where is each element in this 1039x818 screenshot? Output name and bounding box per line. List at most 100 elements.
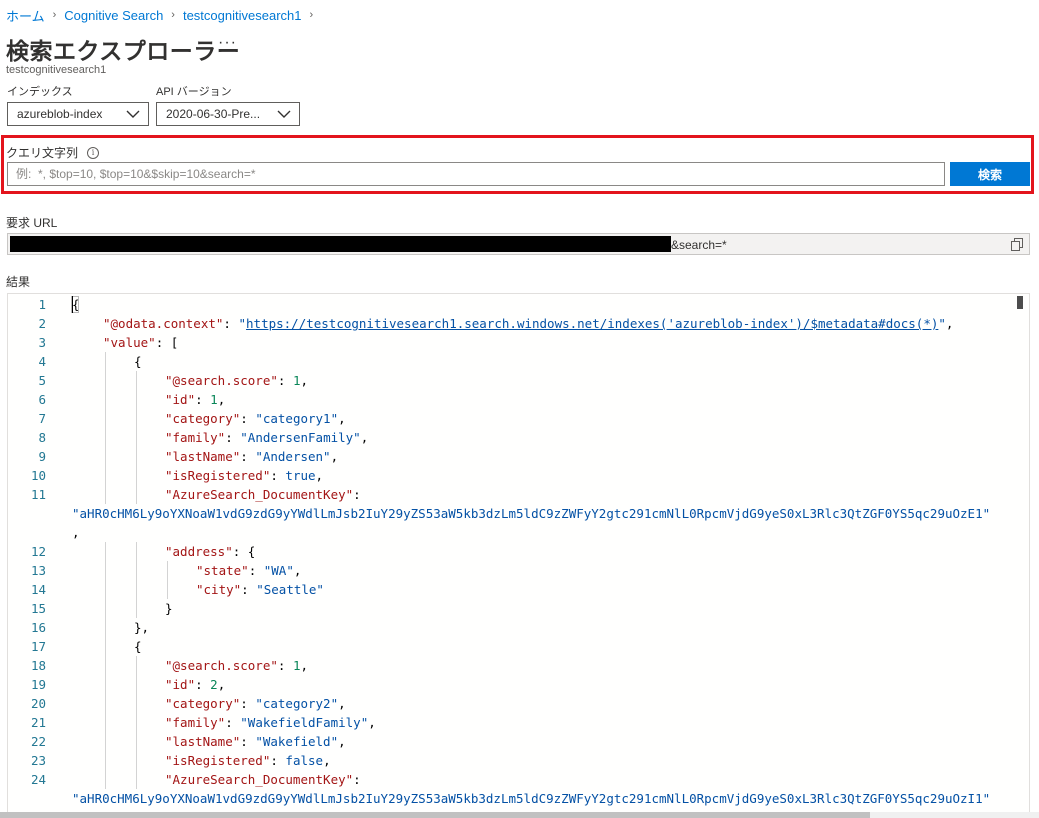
indent-guide [105,561,106,580]
indent-guide [136,694,137,713]
code-line: 8 "family": "AndersenFamily", [8,428,1008,447]
code-text: "@search.score": 1, [165,373,309,388]
line-number: 7 [38,411,46,426]
code-line: 18 "@search.score": 1, [8,656,1008,675]
indent-guide [167,561,168,580]
indent-guide [105,466,106,485]
line-number: 18 [30,658,46,673]
code-text: "id": 2, [165,677,226,692]
code-line: 22 "lastName": "Wakefield", [8,732,1008,751]
code-text: { [134,354,142,369]
query-string-input[interactable] [7,162,945,186]
indent-guide [136,599,137,618]
query-string-label-text: クエリ文字列 [6,146,79,160]
indent-guide [136,485,137,504]
code-text: , [72,525,80,540]
indent-guide [105,770,106,789]
indent-guide [105,542,106,561]
indent-guide [105,390,106,409]
line-number: 10 [30,468,46,483]
code-line: 2 "@odata.context": "https://testcognitiv… [8,314,1008,333]
line-number: 17 [30,639,46,654]
indent-guide [136,390,137,409]
page-title: 検索エクスプローラー [6,38,241,64]
code-line: 11 "AzureSearch_DocumentKey": [8,485,1008,504]
line-number: 13 [30,563,46,578]
indent-guide [105,485,106,504]
results-editor[interactable]: 1{2 "@odata.context": "https://testcognit… [7,293,1030,818]
code-line-wrap: , [8,523,1008,542]
breadcrumb-service[interactable]: testcognitivesearch1 [183,8,302,23]
code-line: 6 "id": 1, [8,390,1008,409]
line-number: 8 [38,430,46,445]
indent-guide [136,770,137,789]
code-text: { [134,639,142,654]
indent-guide [136,713,137,732]
code-line: 23 "isRegistered": false, [8,751,1008,770]
line-number: 11 [30,487,46,502]
code-text: "AzureSearch_DocumentKey": [165,772,361,787]
horizontal-scrollbar[interactable] [0,812,1039,818]
indent-guide [136,447,137,466]
code-text: "AzureSearch_DocumentKey": [165,487,361,502]
code-text: "isRegistered": true, [165,468,324,483]
code-line: 1{ [8,295,1008,314]
indent-guide [136,580,137,599]
line-number: 21 [30,715,46,730]
indent-guide [105,675,106,694]
indent-guide [105,409,106,428]
copy-icon[interactable] [1011,238,1023,251]
chevron-right-icon: › [52,9,57,21]
info-icon[interactable]: i [87,146,100,159]
breadcrumb-cognitive-search[interactable]: Cognitive Search [64,8,163,23]
code-text: "@search.score": 1, [165,658,309,673]
indent-guide [136,656,137,675]
line-number: 14 [30,582,46,597]
indent-guide [105,447,106,466]
indent-guide [136,732,137,751]
indent-guide [105,694,106,713]
api-version-dropdown[interactable]: 2020-06-30-Pre... [156,102,300,126]
line-number: 3 [38,335,46,350]
indent-guide [105,656,106,675]
indent-guide [105,732,106,751]
line-number: 23 [30,753,46,768]
code-line: 20 "category": "category2", [8,694,1008,713]
request-url-suffix: &search=* [671,238,727,252]
redacted-url [10,236,671,252]
code-line: 7 "category": "category1", [8,409,1008,428]
line-number: 22 [30,734,46,749]
horizontal-scrollbar-thumb[interactable] [0,812,870,818]
code-text: }, [134,620,150,635]
editor-scrollbar[interactable] [1017,296,1023,309]
code-line: 12 "address": { [8,542,1008,561]
line-number: 19 [30,677,46,692]
code-text: "category": "category1", [165,411,346,426]
indent-guide [136,428,137,447]
code-text: "@odata.context": "https://testcognitive… [103,316,954,331]
code-text: "value": [ [103,335,179,350]
code-text: "family": "WakefieldFamily", [165,715,376,730]
code-line: 5 "@search.score": 1, [8,371,1008,390]
code-text: "city": "Seattle" [196,582,324,597]
indent-guide [136,371,137,390]
indent-guide [136,751,137,770]
code-line: 14 "city": "Seattle" [8,580,1008,599]
chevron-right-icon: › [309,9,314,21]
code-text: "category": "category2", [165,696,346,711]
code-line: 19 "id": 2, [8,675,1008,694]
indent-guide [105,352,106,371]
line-number: 15 [30,601,46,616]
indent-guide [167,580,168,599]
search-button[interactable]: 検索 [950,162,1030,186]
index-dropdown[interactable]: azureblob-index [7,102,149,126]
indent-guide [136,466,137,485]
code-text: "address": { [165,544,256,559]
indent-guide [105,599,106,618]
code-line: 24 "AzureSearch_DocumentKey": [8,770,1008,789]
index-dropdown-value: azureblob-index [17,107,103,121]
more-options-button[interactable]: ··· [218,34,237,52]
indent-guide [105,618,106,637]
code-text: "isRegistered": false, [165,753,331,768]
breadcrumb-home[interactable]: ホーム [6,6,45,25]
